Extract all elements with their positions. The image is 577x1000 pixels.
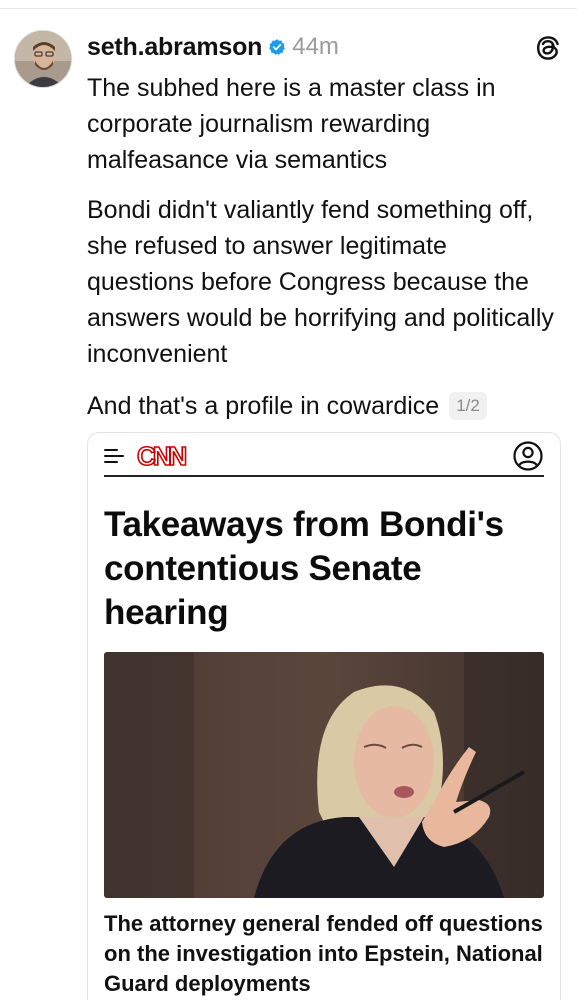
threads-icon[interactable] — [533, 33, 563, 63]
post-paragraph-3: And that's a profile in cowardice — [87, 392, 440, 420]
user-avatar[interactable] — [14, 30, 72, 88]
hamburger-menu-icon — [104, 448, 126, 464]
username-link[interactable]: seth.abramson — [87, 33, 262, 62]
nav-divider — [104, 475, 544, 477]
article-headline: Takeaways from Bondi's contentious Senat… — [104, 505, 504, 632]
post-header: seth.abramson 44m — [87, 30, 339, 64]
post-paragraph-2: Bondi didn't valiantly fend something of… — [87, 196, 554, 368]
verified-badge-icon — [269, 39, 286, 55]
post-paragraph-3-row: And that's a profile in cowardice 1/2 — [87, 388, 557, 424]
post-timestamp: 44m — [292, 33, 339, 60]
embedded-article-image[interactable]: CNN Takeaways from Bondi's contentious S… — [87, 432, 561, 1000]
svg-text:CNN: CNN — [137, 442, 187, 470]
post-paragraph-1: The subhed here is a master class in cor… — [87, 74, 496, 174]
user-avatar-photo — [15, 31, 71, 87]
top-divider — [0, 8, 577, 9]
cnn-logo: CNN — [136, 442, 190, 470]
hearing-photo — [104, 652, 544, 898]
cnn-nav-bar: CNN — [104, 435, 544, 477]
page-count-badge: 1/2 — [449, 392, 487, 420]
account-circle-icon — [513, 441, 543, 471]
article-subhed: The attorney general fended off question… — [104, 911, 543, 996]
